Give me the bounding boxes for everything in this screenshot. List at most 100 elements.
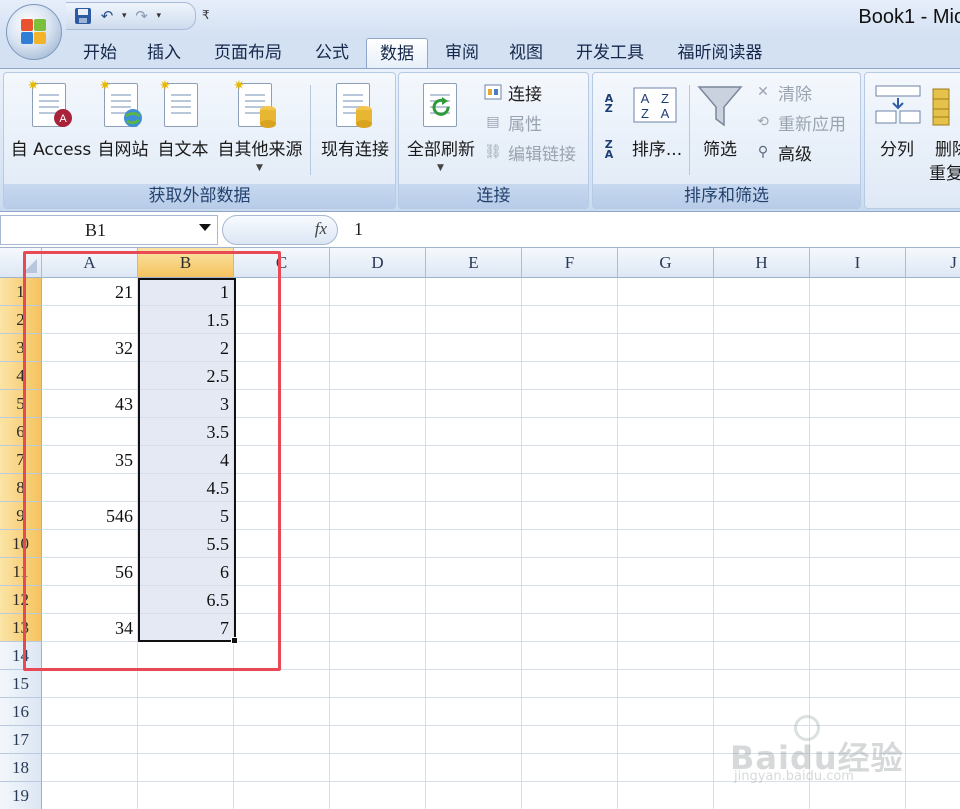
cell-e13[interactable]	[426, 614, 522, 642]
cell-b2[interactable]: 1.5	[138, 306, 234, 334]
row-header-9[interactable]: 9	[0, 502, 42, 530]
sort-descending-button[interactable]: ZA	[599, 137, 619, 163]
advanced-filter-button[interactable]: ⚲ 高级	[753, 139, 812, 165]
cell-c19[interactable]	[234, 782, 330, 809]
cell-e12[interactable]	[426, 586, 522, 614]
cell-e17[interactable]	[426, 726, 522, 754]
cell-g11[interactable]	[618, 558, 714, 586]
cell-d6[interactable]	[330, 418, 426, 446]
cell-a16[interactable]	[42, 698, 138, 726]
cell-h5[interactable]	[714, 390, 810, 418]
cell-f13[interactable]	[522, 614, 618, 642]
cell-e15[interactable]	[426, 670, 522, 698]
insert-function-icon[interactable]: fx	[315, 219, 327, 239]
cell-d1[interactable]	[330, 278, 426, 306]
row-header-18[interactable]: 18	[0, 754, 42, 782]
cell-i11[interactable]	[810, 558, 906, 586]
cell-f17[interactable]	[522, 726, 618, 754]
cell-e10[interactable]	[426, 530, 522, 558]
cell-i5[interactable]	[810, 390, 906, 418]
customize-toolbar-icon[interactable]: ₹	[202, 8, 210, 22]
cell-f8[interactable]	[522, 474, 618, 502]
tab-review[interactable]: 审阅	[432, 38, 492, 68]
cell-d3[interactable]	[330, 334, 426, 362]
office-button[interactable]	[6, 4, 62, 60]
tab-insert[interactable]: 插入	[134, 38, 194, 68]
cell-c9[interactable]	[234, 502, 330, 530]
column-header-i[interactable]: I	[810, 248, 906, 278]
row-header-16[interactable]: 16	[0, 698, 42, 726]
cell-b9[interactable]: 5	[138, 502, 234, 530]
cell-f14[interactable]	[522, 642, 618, 670]
cell-a4[interactable]	[42, 362, 138, 390]
cell-h14[interactable]	[714, 642, 810, 670]
cell-c11[interactable]	[234, 558, 330, 586]
cell-e18[interactable]	[426, 754, 522, 782]
cell-e1[interactable]	[426, 278, 522, 306]
column-header-a[interactable]: A	[42, 248, 138, 278]
tab-developer[interactable]: 开发工具	[562, 38, 658, 68]
cell-c15[interactable]	[234, 670, 330, 698]
cell-b10[interactable]: 5.5	[138, 530, 234, 558]
cell-f18[interactable]	[522, 754, 618, 782]
cell-g15[interactable]	[618, 670, 714, 698]
row-header-14[interactable]: 14	[0, 642, 42, 670]
cell-f19[interactable]	[522, 782, 618, 809]
cell-d19[interactable]	[330, 782, 426, 809]
clear-filter-button[interactable]: ✕ 清除	[753, 79, 812, 105]
cell-d15[interactable]	[330, 670, 426, 698]
cell-c4[interactable]	[234, 362, 330, 390]
redo-icon[interactable]: ↷	[133, 7, 151, 25]
cell-f2[interactable]	[522, 306, 618, 334]
cell-c17[interactable]	[234, 726, 330, 754]
cell-b8[interactable]: 4.5	[138, 474, 234, 502]
cell-b19[interactable]	[138, 782, 234, 809]
cell-g17[interactable]	[618, 726, 714, 754]
select-all-corner[interactable]	[0, 248, 42, 278]
column-header-g[interactable]: G	[618, 248, 714, 278]
cell-i1[interactable]	[810, 278, 906, 306]
cell-f15[interactable]	[522, 670, 618, 698]
cell-i7[interactable]	[810, 446, 906, 474]
cell-i13[interactable]	[810, 614, 906, 642]
cell-h19[interactable]	[714, 782, 810, 809]
cell-e11[interactable]	[426, 558, 522, 586]
cell-c2[interactable]	[234, 306, 330, 334]
tab-home[interactable]: 开始	[70, 38, 130, 68]
column-header-c[interactable]: C	[234, 248, 330, 278]
cell-g6[interactable]	[618, 418, 714, 446]
row-header-8[interactable]: 8	[0, 474, 42, 502]
column-header-h[interactable]: H	[714, 248, 810, 278]
cell-c13[interactable]	[234, 614, 330, 642]
cell-a14[interactable]	[42, 642, 138, 670]
row-header-15[interactable]: 15	[0, 670, 42, 698]
cell-b11[interactable]: 6	[138, 558, 234, 586]
cell-f6[interactable]	[522, 418, 618, 446]
cell-f9[interactable]	[522, 502, 618, 530]
cell-d2[interactable]	[330, 306, 426, 334]
cell-d12[interactable]	[330, 586, 426, 614]
cell-a19[interactable]	[42, 782, 138, 809]
cell-d13[interactable]	[330, 614, 426, 642]
cell-a3[interactable]: 32	[42, 334, 138, 362]
tab-formulas[interactable]: 公式	[302, 38, 362, 68]
cell-f1[interactable]	[522, 278, 618, 306]
redo-dropdown-icon[interactable]: ▾	[157, 11, 162, 21]
cell-g3[interactable]	[618, 334, 714, 362]
cell-e4[interactable]	[426, 362, 522, 390]
cell-d4[interactable]	[330, 362, 426, 390]
cell-a9[interactable]: 546	[42, 502, 138, 530]
cell-b5[interactable]: 3	[138, 390, 234, 418]
cell-b17[interactable]	[138, 726, 234, 754]
cell-b6[interactable]: 3.5	[138, 418, 234, 446]
cell-h10[interactable]	[714, 530, 810, 558]
column-header-e[interactable]: E	[426, 248, 522, 278]
edit-links-button[interactable]: ⛓ 编辑链接	[483, 139, 576, 165]
cell-j8[interactable]	[906, 474, 960, 502]
cell-b15[interactable]	[138, 670, 234, 698]
cell-i10[interactable]	[810, 530, 906, 558]
cell-a17[interactable]	[42, 726, 138, 754]
row-header-13[interactable]: 13	[0, 614, 42, 642]
row-header-3[interactable]: 3	[0, 334, 42, 362]
cell-i2[interactable]	[810, 306, 906, 334]
